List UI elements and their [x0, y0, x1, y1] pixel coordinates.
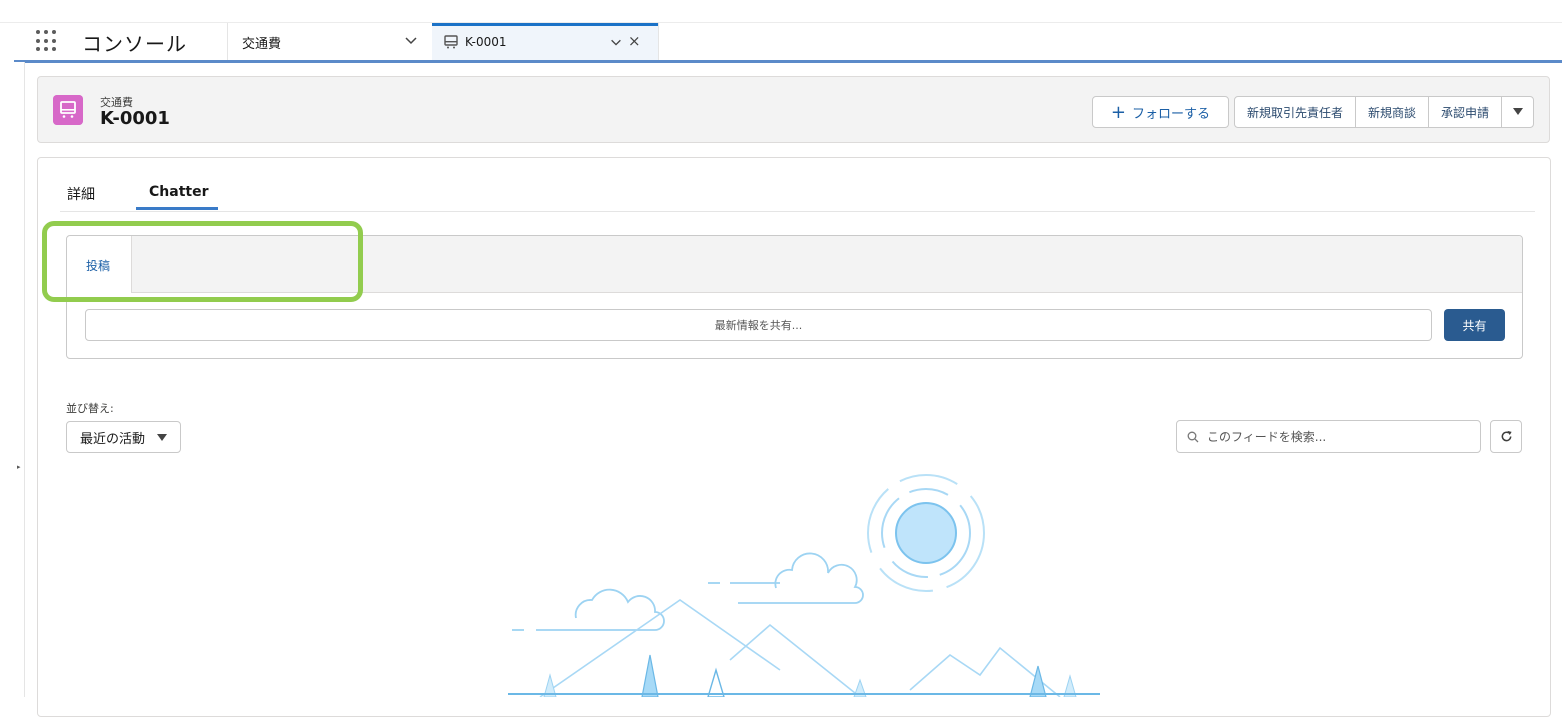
follow-button[interactable]: + フォローする — [1091, 96, 1229, 128]
new-opportunity-button[interactable]: 新規商談 — [1354, 96, 1429, 128]
record-highlights-header: 交通費 K-0001 + フォローする 新規取引先責任者 新規商談 承認申請 — [37, 76, 1550, 143]
tab-chatter[interactable]: Chatter — [149, 184, 208, 200]
feed-search-input[interactable]: このフィードを検索... — [1176, 420, 1481, 453]
search-icon — [1187, 431, 1199, 442]
highlight-annotation — [42, 221, 363, 302]
chevron-down-icon[interactable] — [403, 32, 419, 48]
record-tabset: 詳細 Chatter — [60, 158, 1535, 212]
chevron-down-icon[interactable] — [609, 35, 623, 49]
follow-button-label: フォローする — [1131, 106, 1210, 122]
nav-divider — [227, 23, 228, 60]
sort-select[interactable]: 最近の活動 — [66, 421, 181, 453]
tab-record-label: K-0001 — [465, 35, 507, 49]
active-tab-indicator — [136, 207, 218, 210]
record-object-icon — [53, 95, 83, 125]
refresh-button[interactable] — [1490, 420, 1522, 453]
app-launcher-icon[interactable] — [36, 30, 58, 52]
empty-feed-illustration — [508, 474, 1100, 697]
nav-item-object[interactable]: 交通費 — [242, 33, 281, 52]
record-actions: + フォローする 新規取引先責任者 新規商談 承認申請 — [1091, 96, 1534, 128]
nav-divider — [658, 23, 659, 60]
refresh-icon — [1501, 430, 1512, 442]
record-icon — [444, 35, 458, 49]
record-name: K-0001 — [100, 108, 170, 129]
more-actions-button[interactable] — [1501, 96, 1534, 128]
share-update-input[interactable]: 最新情報を共有... — [85, 309, 1432, 341]
new-contact-button[interactable]: 新規取引先責任者 — [1233, 96, 1356, 128]
navigation-bar: コンソール 交通費 K-0001 × — [14, 23, 1562, 63]
left-rail: ▸ — [0, 62, 25, 697]
approval-request-button[interactable]: 承認申請 — [1427, 96, 1502, 128]
plus-icon: + — [1110, 101, 1126, 123]
app-name: コンソール — [82, 32, 187, 56]
tab-record[interactable]: K-0001 × — [432, 23, 658, 60]
expand-arrow-icon[interactable]: ▸ — [17, 463, 21, 471]
sort-label: 並び替え: — [66, 402, 114, 415]
share-button[interactable]: 共有 — [1444, 309, 1505, 341]
top-strip — [0, 0, 1562, 23]
caret-down-icon — [1512, 108, 1523, 115]
sort-select-value: 最近の活動 — [80, 431, 146, 447]
close-icon[interactable]: × — [628, 32, 641, 50]
caret-down-icon — [157, 434, 167, 441]
tab-details[interactable]: 詳細 — [67, 184, 95, 204]
feed-search-placeholder: このフィードを検索... — [1207, 430, 1327, 444]
